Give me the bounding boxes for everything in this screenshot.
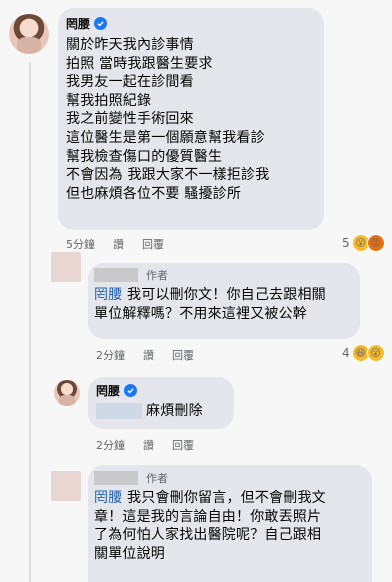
like-button[interactable]: 讚 [143,437,154,453]
verified-badge-icon [94,17,108,30]
verified-badge-icon [124,384,138,397]
author-avatar[interactable] [51,252,81,282]
reply-time[interactable]: 2分鐘 [96,347,125,363]
reply-bubble: 作者 罔腰 我可以刪你文！你自己去跟相關 單位解釋嗎？不用來這裡又被公幹 [88,263,360,339]
reply-button[interactable]: 回覆 [172,437,194,453]
redacted-mention [96,403,142,419]
comment-time[interactable]: 5分鐘 [66,236,95,252]
reply-meta: 2分鐘 讚 回覆 [96,347,194,363]
reaction-summary[interactable]: 4 😆 😮 [342,344,385,362]
redacted-name [94,268,138,282]
mention-link[interactable]: 罔腰 [94,287,122,303]
reaction-count: 4 [342,346,350,360]
reaction-count: 5 [342,236,350,250]
like-button[interactable]: 讚 [113,236,124,252]
wow-reaction-icon: 😮 [366,344,385,362]
reaction-summary[interactable]: 5 😮 😡 [342,234,385,252]
reply-bubble: 罔腰 麻煩刪除 [88,377,234,429]
author-badge: 作者 [146,269,168,282]
redacted-name [94,471,138,485]
commenter-avatar[interactable] [54,380,80,406]
reply-button[interactable]: 回覆 [142,236,164,252]
mention-link[interactable]: 罔腰 [94,490,122,506]
reply-meta: 2分鐘 讚 回覆 [96,437,194,453]
reply-button[interactable]: 回覆 [172,347,194,363]
reply-text: 罔腰 我可以刪你文！你自己去跟相關 單位解釋嗎？不用來這裡又被公幹 [94,287,326,322]
angry-reaction-icon: 😡 [366,234,385,252]
reply-text: 麻煩刪除 [96,402,236,421]
commenter-name[interactable]: 罔腰 [66,15,90,32]
comment-bubble: 罔腰 關於昨天我內診事情 拍照 當時我跟醫生要求 我男友一起在診間看 幫我拍照紀… [58,8,324,230]
thread-line [29,62,31,582]
commenter-name[interactable]: 罔腰 [96,382,120,399]
like-button[interactable]: 讚 [143,347,154,363]
reply-bubble: 作者 罔腰 我只會刪你留言，但不會刪我文 章！這是我的言論自由！你敢丟照片 了為… [88,465,372,582]
author-badge: 作者 [146,472,168,485]
reply-time[interactable]: 2分鐘 [96,437,125,453]
comment-text: 關於昨天我內診事情 拍照 當時我跟醫生要求 我男友一起在診間看 幫我拍照紀錄 我… [66,37,270,202]
comment-meta: 5分鐘 讚 回覆 [66,236,164,252]
reply-text: 罔腰 我只會刪你留言，但不會刪我文 章！這是我的言論自由！你敢丟照片 了為何怕人… [94,490,326,562]
commenter-avatar[interactable] [9,14,49,54]
author-avatar[interactable] [51,471,81,501]
